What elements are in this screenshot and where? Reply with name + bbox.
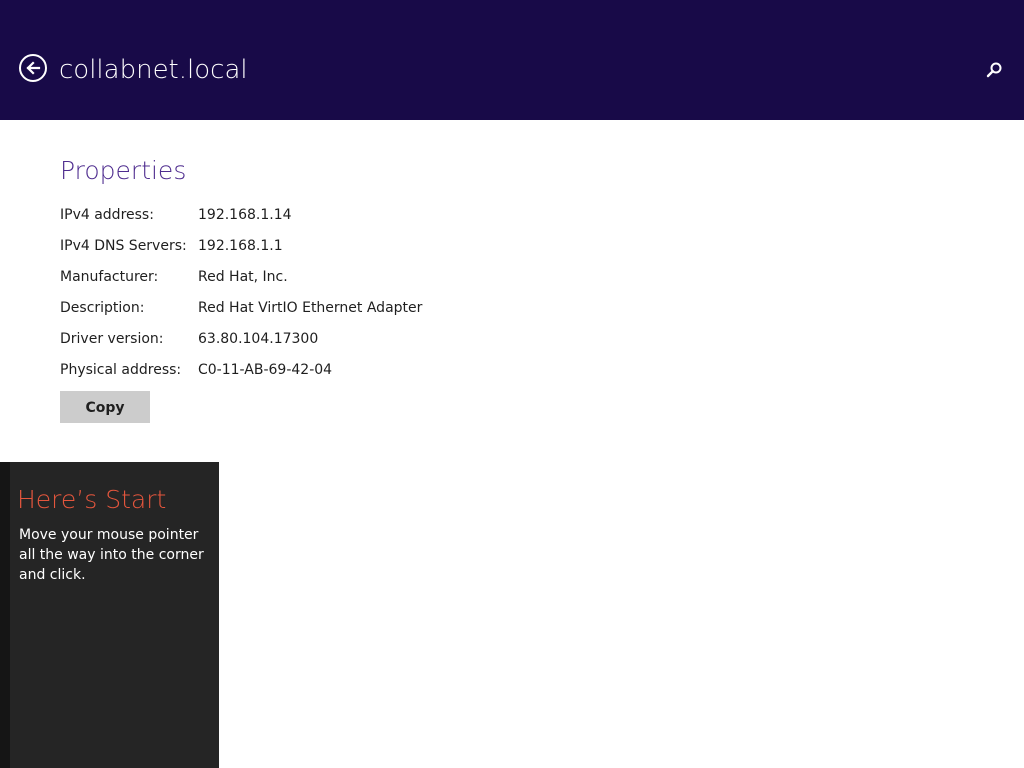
start-tip-text: Move your mouse pointer all the way into… [19, 527, 204, 583]
property-value: 192.168.1.14 [198, 207, 292, 223]
property-value: 192.168.1.1 [198, 238, 283, 254]
property-label: IPv4 DNS Servers: [60, 238, 187, 254]
start-tip-title: Here’s Start [17, 485, 167, 514]
back-arrow-icon [26, 61, 41, 75]
property-value: Red Hat VirtIO Ethernet Adapter [198, 300, 423, 316]
start-tip-panel: Here’s Start Move your mouse pointer all… [0, 462, 219, 768]
search-button[interactable] [984, 60, 1004, 80]
back-button[interactable] [19, 54, 47, 82]
property-value: 63.80.104.17300 [198, 331, 319, 347]
property-label: IPv4 address: [60, 207, 154, 223]
property-row-manufacturer: Manufacturer: Red Hat, Inc. [60, 266, 520, 288]
property-label: Description: [60, 300, 145, 316]
property-row-description: Description: Red Hat VirtIO Ethernet Ada… [60, 297, 520, 319]
property-label: Physical address: [60, 362, 182, 378]
property-row-dns-servers: IPv4 DNS Servers: 192.168.1.1 [60, 235, 520, 257]
app-header: collabnet.local [0, 0, 1024, 120]
property-label: Manufacturer: [60, 269, 159, 285]
property-value: Red Hat, Inc. [198, 269, 288, 285]
property-row-physical-address: Physical address: C0-11-AB-69-42-04 [60, 359, 520, 381]
property-label: Driver version: [60, 331, 164, 347]
search-icon [986, 62, 1002, 78]
tip-panel-edge [0, 462, 10, 768]
property-value: C0-11-AB-69-42-04 [198, 362, 333, 378]
property-row-ipv4-address: IPv4 address: 192.168.1.14 [60, 204, 520, 226]
properties-heading: Properties [60, 156, 187, 185]
property-row-driver-version: Driver version: 63.80.104.17300 [60, 328, 520, 350]
page-title: collabnet.local [59, 55, 248, 85]
copy-button[interactable]: Copy [60, 391, 150, 423]
